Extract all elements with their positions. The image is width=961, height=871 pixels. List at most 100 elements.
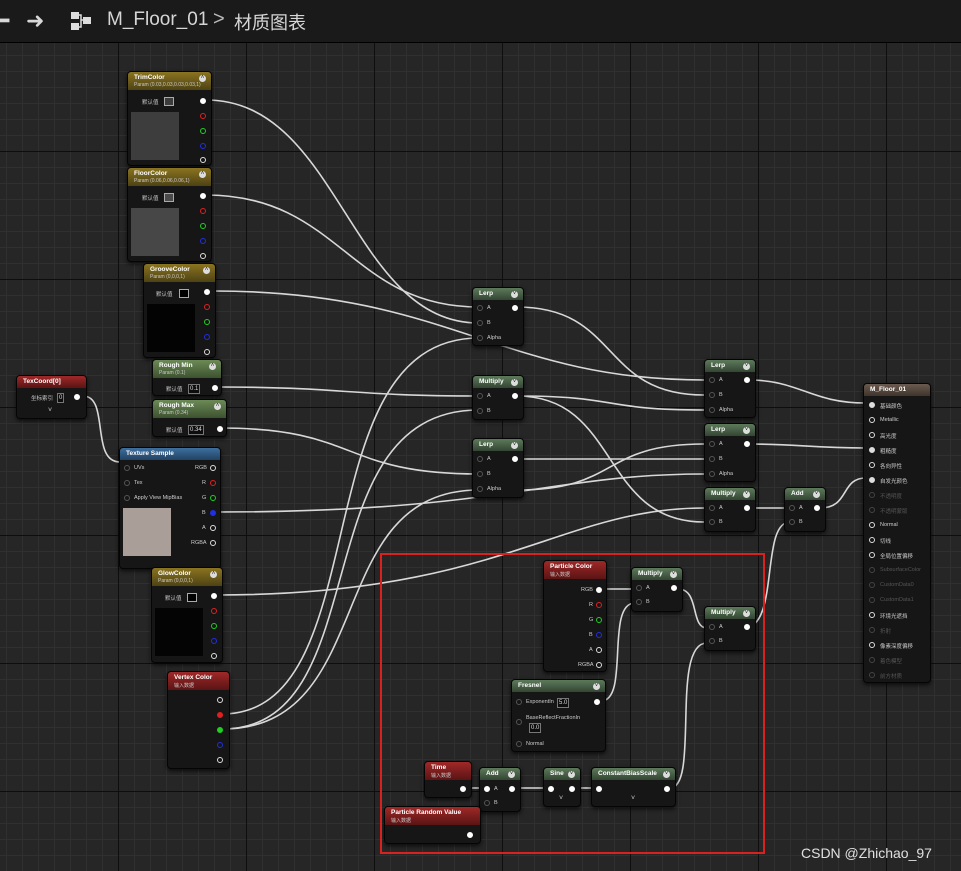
output-pin-rgba[interactable] bbox=[210, 540, 216, 546]
output-pin-r[interactable] bbox=[204, 304, 210, 310]
input-pin-a[interactable] bbox=[709, 505, 715, 511]
output-pin-r[interactable] bbox=[200, 113, 206, 119]
texture-sample-node[interactable]: Texture Sample UVs Tex Apply View MipBia… bbox=[119, 447, 221, 569]
input-pin-alpha[interactable] bbox=[477, 486, 483, 492]
rough-min-value-field[interactable]: 0.1 bbox=[188, 384, 201, 394]
material-input-pin[interactable] bbox=[869, 552, 875, 558]
output-pin-a[interactable] bbox=[217, 757, 223, 763]
breadcrumb-asset[interactable]: M_Floor_01 bbox=[107, 9, 208, 31]
output-pin[interactable] bbox=[200, 98, 206, 104]
rough-min-node[interactable]: Rough Min Param (0.1) ˄ 默认值 0.1 bbox=[152, 359, 222, 396]
output-pin[interactable] bbox=[204, 289, 210, 295]
output-pin[interactable] bbox=[512, 393, 518, 399]
material-input-pin[interactable] bbox=[869, 462, 875, 468]
output-pin[interactable] bbox=[814, 505, 820, 511]
output-pin-r[interactable] bbox=[217, 712, 223, 718]
material-input-pin[interactable] bbox=[869, 657, 875, 663]
lerp-node[interactable]: Lerp ˅ A B Alpha bbox=[704, 423, 756, 482]
vertex-color-node[interactable]: Vertex Color 输入数据 bbox=[167, 671, 230, 769]
output-pin[interactable] bbox=[217, 426, 223, 432]
collapse-chevron-icon[interactable]: ˄ bbox=[203, 267, 210, 274]
output-pin[interactable] bbox=[74, 394, 80, 400]
forward-arrow-icon[interactable]: ➜ bbox=[26, 8, 44, 34]
collapse-chevron-icon[interactable]: ˅ bbox=[743, 427, 750, 434]
material-input-pin[interactable] bbox=[869, 537, 875, 543]
input-pin[interactable] bbox=[124, 465, 130, 471]
input-pin-a[interactable] bbox=[709, 377, 715, 383]
input-pin-a[interactable] bbox=[477, 456, 483, 462]
collapse-chevron-icon[interactable]: ˅ bbox=[511, 442, 518, 449]
material-input-pin[interactable] bbox=[869, 477, 875, 483]
material-input-pin[interactable] bbox=[869, 597, 875, 603]
output-pin-a[interactable] bbox=[200, 253, 206, 259]
input-pin-b[interactable] bbox=[709, 392, 715, 398]
output-pin-g[interactable] bbox=[204, 319, 210, 325]
input-pin-alpha[interactable] bbox=[709, 471, 715, 477]
lerp-node[interactable]: Lerp ˅ A B Alpha bbox=[472, 287, 524, 346]
input-pin-b[interactable] bbox=[477, 471, 483, 477]
output-pin-rgb[interactable] bbox=[210, 465, 216, 471]
color-swatch[interactable] bbox=[164, 193, 174, 202]
rough-max-node[interactable]: Rough Max Param (0.34) ˄ 默认值 0.34 bbox=[152, 399, 227, 437]
input-pin[interactable] bbox=[124, 495, 130, 501]
output-pin-a[interactable] bbox=[200, 157, 206, 163]
output-pin-r[interactable] bbox=[200, 208, 206, 214]
coordinate-index-field[interactable]: 0 bbox=[57, 393, 65, 403]
color-swatch[interactable] bbox=[179, 289, 189, 298]
multiply-node[interactable]: Multiply ˅ A B bbox=[472, 375, 524, 420]
output-pin-g[interactable] bbox=[217, 727, 223, 733]
output-pin-r[interactable] bbox=[210, 480, 216, 486]
output-pin-a[interactable] bbox=[211, 653, 217, 659]
output-pin-g[interactable] bbox=[200, 128, 206, 134]
output-pin[interactable] bbox=[212, 385, 218, 391]
input-pin[interactable] bbox=[124, 480, 130, 486]
output-pin[interactable] bbox=[744, 377, 750, 383]
material-input-pin[interactable] bbox=[869, 627, 875, 633]
input-pin-alpha[interactable] bbox=[709, 407, 715, 413]
collapse-chevron-icon[interactable]: ˄ bbox=[214, 403, 221, 410]
output-pin-b[interactable] bbox=[200, 238, 206, 244]
collapse-chevron-icon[interactable]: ˄ bbox=[209, 363, 216, 370]
material-input-pin[interactable] bbox=[869, 612, 875, 618]
output-pin-b[interactable] bbox=[200, 143, 206, 149]
output-pin[interactable] bbox=[200, 193, 206, 199]
texcoord-node[interactable]: TexCoord[0] 坐标索引 0 ˅ bbox=[16, 375, 87, 419]
material-input-pin[interactable] bbox=[869, 642, 875, 648]
input-pin-b[interactable] bbox=[477, 408, 483, 414]
input-pin-b[interactable] bbox=[709, 519, 715, 525]
input-pin-a[interactable] bbox=[477, 393, 483, 399]
rough-max-value-field[interactable]: 0.34 bbox=[188, 425, 204, 435]
output-pin-g[interactable] bbox=[200, 223, 206, 229]
material-input-pin[interactable] bbox=[869, 582, 875, 588]
add-node[interactable]: Add ˅ A B bbox=[784, 487, 826, 532]
glow-color-node[interactable]: GlowColor Param (0,0,0,1) ˄ 默认值 bbox=[151, 567, 223, 663]
breadcrumb-graph[interactable]: 材质图表 bbox=[234, 9, 306, 35]
collapse-chevron-icon[interactable]: ˄ bbox=[199, 75, 206, 82]
lerp-node[interactable]: Lerp ˅ A B Alpha bbox=[472, 438, 524, 498]
material-input-pin[interactable] bbox=[869, 507, 875, 513]
collapse-chevron-icon[interactable]: ˅ bbox=[743, 363, 750, 370]
color-swatch[interactable] bbox=[164, 97, 174, 106]
output-pin[interactable] bbox=[512, 456, 518, 462]
collapse-chevron-icon[interactable]: ˅ bbox=[743, 491, 750, 498]
material-input-pin[interactable] bbox=[869, 402, 875, 408]
floor-color-node[interactable]: FloorColor Param (0.06,0.06,0.06,1) ˄ 默认值 bbox=[127, 167, 212, 262]
output-pin-a[interactable] bbox=[210, 525, 216, 531]
material-input-pin[interactable] bbox=[869, 522, 875, 528]
input-pin-b[interactable] bbox=[477, 320, 483, 326]
collapse-chevron-icon[interactable]: ˄ bbox=[210, 571, 217, 578]
material-input-pin[interactable] bbox=[869, 432, 875, 438]
material-input-pin[interactable] bbox=[869, 417, 875, 423]
collapse-chevron-icon[interactable]: ˅ bbox=[511, 379, 518, 386]
output-pin[interactable] bbox=[744, 441, 750, 447]
expand-chevron-icon[interactable]: ˅ bbox=[48, 407, 52, 414]
output-pin[interactable] bbox=[211, 593, 217, 599]
input-pin-a[interactable] bbox=[709, 441, 715, 447]
output-pin-g[interactable] bbox=[210, 495, 216, 501]
output-pin-g[interactable] bbox=[211, 623, 217, 629]
input-pin-a[interactable] bbox=[789, 505, 795, 511]
trim-color-node[interactable]: TrimColor Param (0.03,0.03,0.03,0.03,1) ˄ … bbox=[127, 71, 212, 166]
input-pin-alpha[interactable] bbox=[477, 335, 483, 341]
material-input-pin[interactable] bbox=[869, 567, 875, 573]
output-pin-b[interactable] bbox=[204, 334, 210, 340]
